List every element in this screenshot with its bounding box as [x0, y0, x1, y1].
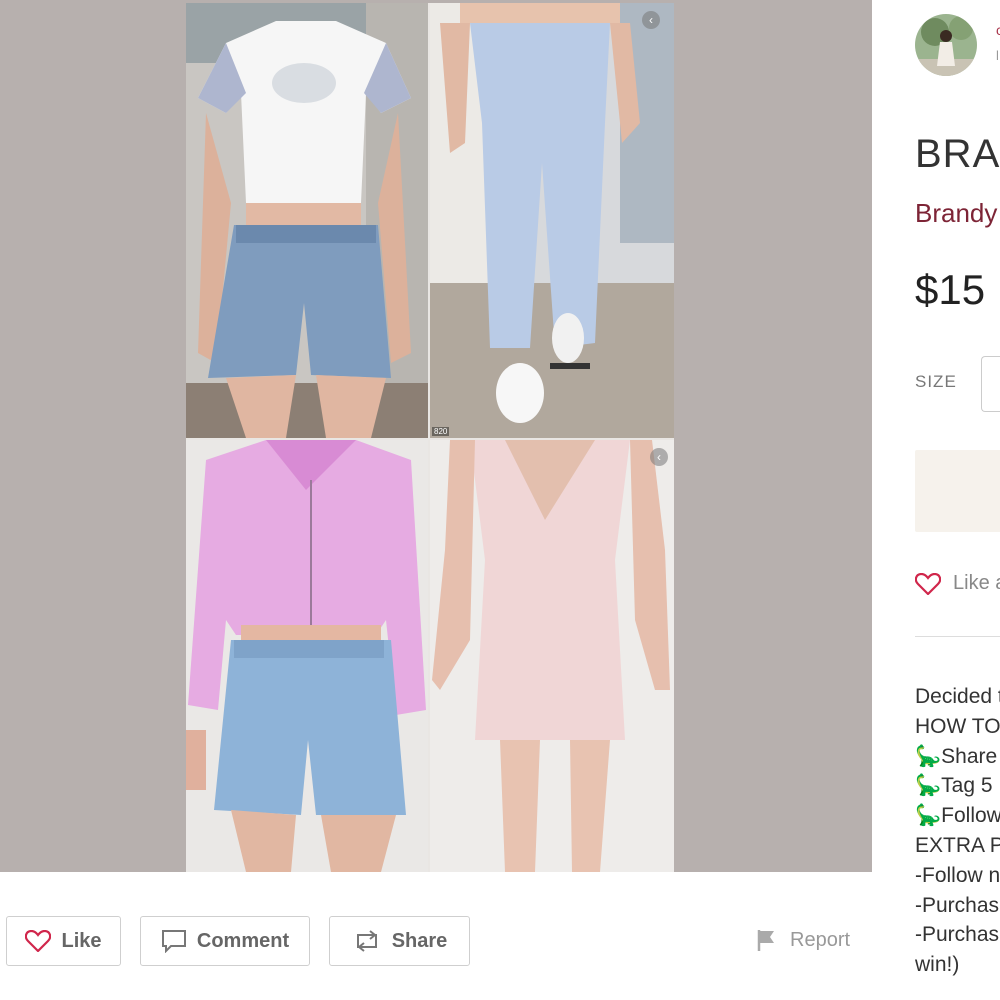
chevron-left-icon[interactable]: ‹: [642, 11, 660, 29]
size-label: SIZE: [915, 372, 957, 391]
divider: [915, 636, 1000, 637]
description-line: -Purchas: [915, 893, 1000, 917]
size-selector[interactable]: [981, 356, 1000, 412]
photo-tile-sweatpants: 820 ‹: [430, 3, 674, 438]
photo-gallery[interactable]: 820 ‹ ‹: [0, 0, 872, 872]
description-line: win!): [915, 953, 960, 977]
comment-icon: [161, 930, 186, 953]
heart-icon: [25, 930, 52, 952]
report-link[interactable]: Report: [756, 928, 850, 952]
listing-price: $15: [915, 266, 986, 313]
heart-icon: [915, 572, 941, 595]
photo-tile-dress: ‹: [430, 440, 674, 872]
report-label: Report: [790, 928, 851, 951]
description-line: Decided t: [915, 685, 1000, 708]
chevron-left-icon[interactable]: ‹: [650, 448, 668, 466]
share-icon: [356, 930, 377, 952]
buy-button[interactable]: [915, 450, 1000, 532]
flag-icon: [757, 930, 774, 951]
like-listing-label: Like a: [953, 572, 1000, 594]
listing-details: c l BRA Brandy $15 SIZE Like a Decided t…: [885, 0, 1000, 1000]
listing-description: Decided t HOW TO 🦕Share 🦕Tag 5 🦕Follow E…: [915, 682, 1000, 980]
share-button[interactable]: Share: [329, 916, 470, 966]
description-line: HOW TO: [915, 714, 1000, 738]
seller-avatar[interactable]: [915, 14, 977, 76]
seller-subtext: l: [996, 48, 999, 63]
action-bar: Like Comment Share Report: [0, 872, 885, 1000]
share-button-label: Share: [391, 929, 448, 952]
description-line: 🦕Follow: [915, 804, 1000, 828]
brand-link[interactable]: Brandy: [915, 198, 997, 229]
description-line: -Follow n: [915, 863, 1000, 887]
listing-photo[interactable]: 820 ‹ ‹: [186, 3, 674, 872]
photo-tile-hoodie-shorts: [186, 440, 428, 872]
photo-tile-tee-shorts: [186, 3, 428, 438]
comment-button-label: Comment: [196, 929, 290, 952]
listing-page: 820 ‹ ‹ Like Comment Share Report c l BR…: [0, 0, 1000, 1000]
description-line: EXTRA P: [915, 833, 1000, 857]
photo-id-tag: 820: [432, 427, 450, 436]
like-button[interactable]: Like: [6, 916, 121, 966]
seller-name[interactable]: c: [996, 22, 1000, 38]
like-button-label: Like: [61, 929, 102, 952]
like-listing-link[interactable]: Like a: [915, 572, 1000, 595]
description-line: 🦕Share: [915, 744, 998, 768]
comment-button[interactable]: Comment: [140, 916, 310, 966]
description-line: 🦕Tag 5: [915, 774, 993, 798]
description-line: -Purchas: [915, 923, 1000, 947]
listing-title: BRA: [915, 132, 1000, 176]
